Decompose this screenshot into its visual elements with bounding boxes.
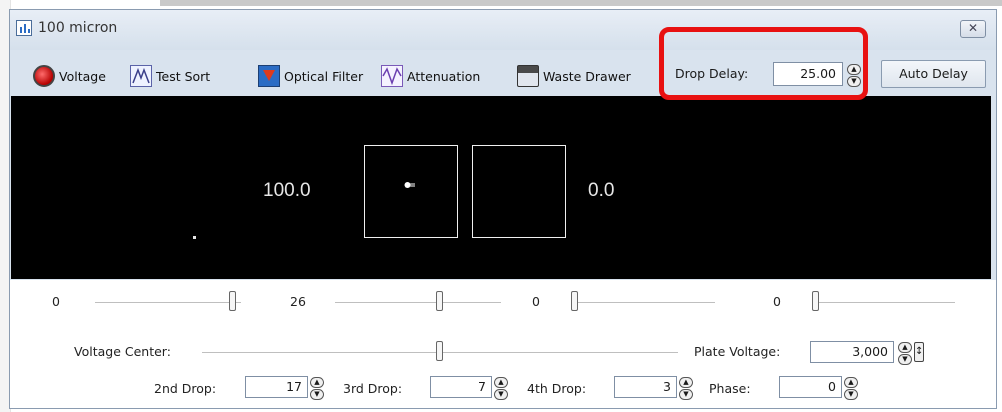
waste-drawer-label: Waste Drawer — [543, 68, 631, 84]
optical-filter-label: Optical Filter — [284, 68, 364, 84]
spin-down-icon[interactable]: ▼ — [844, 389, 858, 400]
phase-label: Phase: — [709, 381, 751, 396]
test-sort-label: Test Sort — [156, 68, 211, 84]
slider-1-thumb[interactable] — [229, 291, 236, 311]
spin-down-icon[interactable]: ▼ — [494, 389, 508, 400]
slider-4-track[interactable] — [812, 302, 955, 303]
right-deflection-value: 0.0 — [588, 180, 615, 201]
third-drop-input[interactable]: 7 — [430, 376, 492, 398]
slider-1-track[interactable] — [95, 302, 241, 303]
phase-spinner[interactable]: ▲ ▼ — [844, 376, 858, 400]
plate-voltage-spinner[interactable]: ▲ ▼ — [898, 341, 912, 365]
second-drop-label: 2nd Drop: — [154, 381, 217, 396]
auto-delay-button[interactable]: Auto Delay — [881, 60, 986, 88]
fourth-drop-input[interactable]: 3 — [614, 376, 677, 398]
voltage-center-thumb[interactable] — [436, 341, 443, 361]
plate-voltage-toggle-icon[interactable]: ↕ — [914, 342, 924, 362]
spin-up-icon[interactable]: ▲ — [310, 377, 324, 388]
drop-icon — [404, 182, 415, 188]
slider-4-value: 0 — [773, 294, 781, 309]
spin-down-icon[interactable]: ▼ — [898, 354, 912, 365]
test-sort-button[interactable]: Test Sort — [130, 64, 210, 88]
spin-down-icon[interactable]: ▼ — [310, 389, 324, 400]
third-drop-spinner[interactable]: ▲ ▼ — [494, 376, 508, 400]
drop-image-box — [364, 145, 458, 238]
spin-up-icon[interactable]: ▲ — [679, 377, 693, 388]
background-strip — [160, 0, 1002, 6]
spin-up-icon[interactable]: ▲ — [898, 342, 912, 353]
plate-voltage-input[interactable]: 3,000 — [810, 341, 894, 363]
waste-drawer-icon — [517, 65, 539, 87]
voltage-icon — [33, 65, 55, 87]
second-drop-input[interactable]: 17 — [245, 376, 308, 398]
voltage-label: Voltage — [59, 68, 106, 84]
stream-dot — [193, 236, 196, 239]
optical-filter-icon — [258, 65, 280, 87]
optical-filter-button[interactable]: Optical Filter — [258, 64, 363, 88]
slider-2-value: 26 — [290, 294, 306, 309]
second-drop-spinner[interactable]: ▲ ▼ — [310, 376, 324, 400]
slider-2-track[interactable] — [335, 302, 501, 303]
slider-3-value: 0 — [532, 294, 540, 309]
close-button[interactable]: ✕ — [960, 20, 986, 38]
highlight-box — [659, 27, 868, 100]
slider-4-thumb[interactable] — [812, 291, 819, 311]
phase-input[interactable]: 0 — [779, 376, 842, 398]
test-sort-icon — [130, 65, 152, 87]
left-deflection-value: 100.0 — [263, 180, 311, 201]
slider-3-track[interactable] — [571, 302, 715, 303]
window-title: 100 micron — [38, 20, 118, 36]
spin-up-icon[interactable]: ▲ — [494, 377, 508, 388]
attenuation-icon — [381, 65, 403, 87]
waste-drawer-button[interactable]: Waste Drawer — [517, 64, 631, 88]
voltage-center-label: Voltage Center: — [74, 344, 171, 359]
fourth-drop-label: 4th Drop: — [527, 381, 587, 396]
slider-2-thumb[interactable] — [436, 291, 443, 311]
side-stream-box — [472, 145, 566, 238]
slider-1-value: 0 — [52, 294, 60, 309]
slider-3-thumb[interactable] — [571, 291, 578, 311]
app-icon — [16, 20, 32, 36]
attenuation-label: Attenuation — [407, 68, 481, 84]
spin-up-icon[interactable]: ▲ — [844, 377, 858, 388]
third-drop-label: 3rd Drop: — [343, 381, 403, 396]
plate-voltage-label: Plate Voltage: — [694, 344, 781, 359]
attenuation-button[interactable]: Attenuation — [381, 64, 480, 88]
spin-down-icon[interactable]: ▼ — [679, 389, 693, 400]
fourth-drop-spinner[interactable]: ▲ ▼ — [679, 376, 693, 400]
voltage-button[interactable]: Voltage — [33, 64, 106, 88]
